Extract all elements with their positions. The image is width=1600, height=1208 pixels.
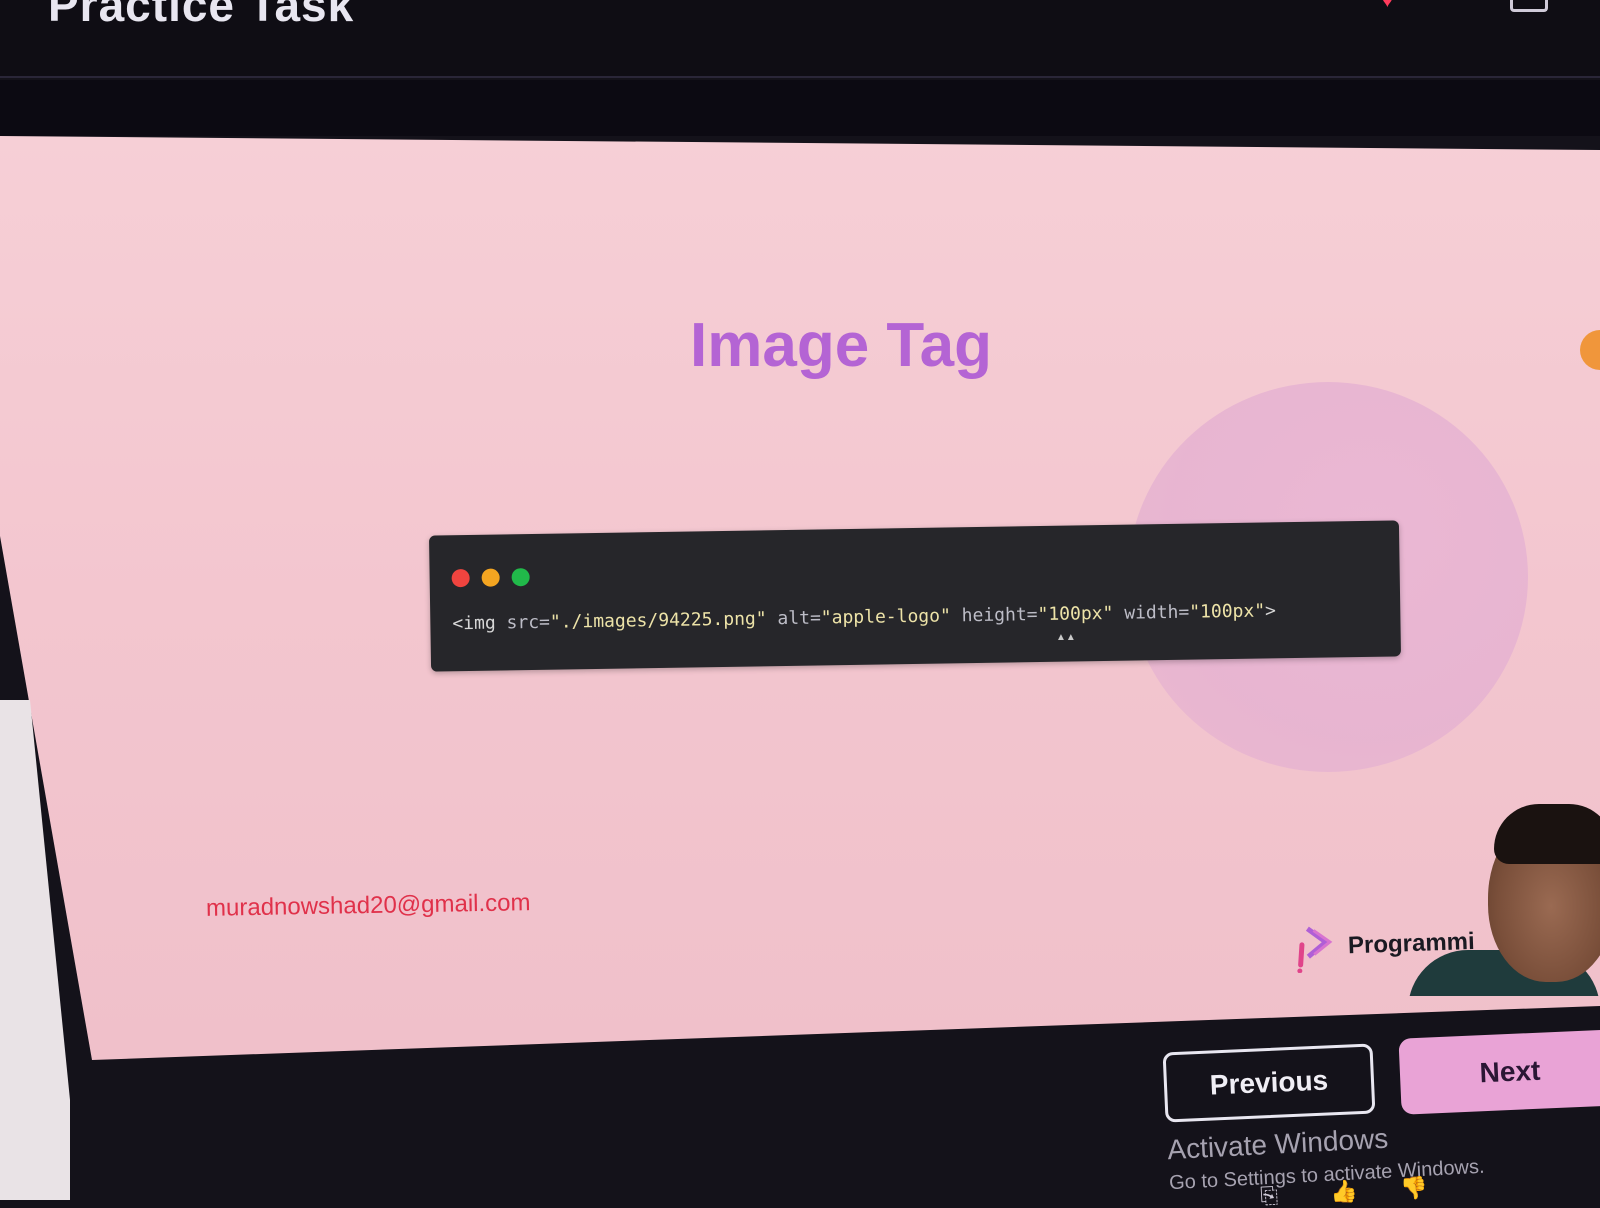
window-minimize-dot <box>481 568 500 587</box>
window-maximize-dot <box>511 568 530 587</box>
window-close-dot <box>451 568 470 588</box>
app-title: Practice Task <box>48 0 355 31</box>
code-height-value: "100px" <box>1037 602 1114 626</box>
slide-title: Image Tag <box>690 311 993 380</box>
top-bar: Practice Task ♥ <box>0 0 1600 78</box>
code-src-value: "./images/94225.png" <box>549 608 767 633</box>
webcam-overlay <box>1408 800 1600 996</box>
code-width-value: "100px" <box>1189 600 1266 623</box>
next-button[interactable]: Next <box>1398 1029 1600 1115</box>
code-height-attr: height= <box>950 604 1038 627</box>
sub-bar <box>0 80 1600 136</box>
code-alt-attr: alt= <box>766 607 821 630</box>
window-icon[interactable] <box>1510 0 1548 12</box>
code-line: <img src="./images/94225.png" alt="apple… <box>452 600 1276 634</box>
code-tag-close: > <box>1264 600 1277 622</box>
like-icon[interactable]: 👍 <box>1330 1178 1361 1204</box>
code-width-attr: width= <box>1113 601 1190 624</box>
previous-button[interactable]: Previous <box>1162 1043 1376 1123</box>
author-email: muradnowshad20@gmail.com <box>205 889 531 922</box>
code-window: <img src="./images/94225.png" alt="apple… <box>428 520 1402 672</box>
presenter-hair <box>1494 804 1600 864</box>
code-alt-value: "apple-logo" <box>820 605 952 629</box>
mouse-cursor-icon: ▲▲ <box>1056 632 1076 643</box>
code-tag-open: <img <box>452 612 507 635</box>
share-icon[interactable]: ⎘ <box>1260 1182 1291 1208</box>
dislike-icon[interactable]: 👎 <box>1400 1175 1431 1201</box>
code-src-attr: src= <box>506 611 551 634</box>
heart-icon[interactable]: ♥ <box>1382 0 1400 10</box>
brand-logo-icon <box>1297 926 1333 974</box>
